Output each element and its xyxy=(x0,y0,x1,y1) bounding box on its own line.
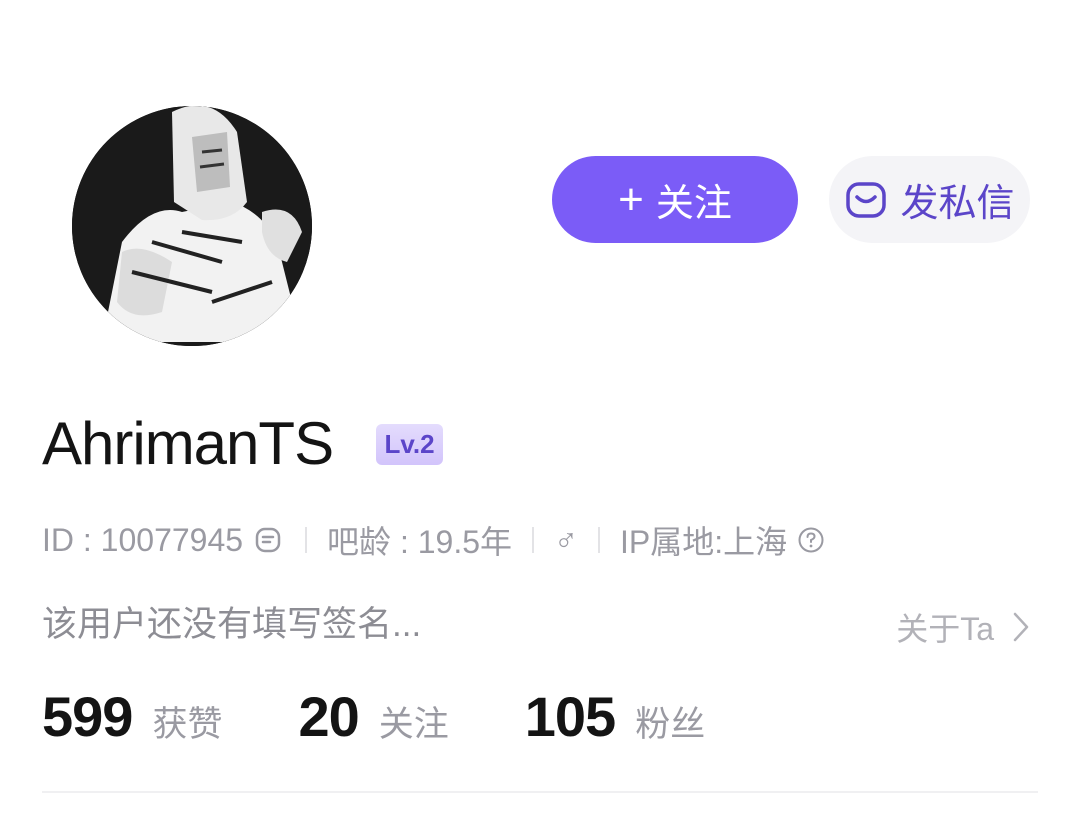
gender-icon: ♂ xyxy=(554,521,579,558)
stat-label: 获赞 xyxy=(152,705,223,744)
stat-value: 20 xyxy=(298,685,359,748)
copy-icon[interactable] xyxy=(253,524,285,556)
stat-likes[interactable]: 599 获赞 xyxy=(42,684,222,749)
help-icon[interactable] xyxy=(797,526,825,554)
separator xyxy=(598,527,601,553)
message-button-label: 发私信 xyxy=(900,183,1015,225)
level-badge: Lv.2 xyxy=(376,424,443,465)
stats-row: 599 获赞 20 关注 105 粉丝 xyxy=(42,684,705,754)
username: AhrimanTS xyxy=(42,410,334,477)
message-button[interactable]: 发私信 xyxy=(829,156,1030,243)
follow-button-label: 关注 xyxy=(655,183,732,225)
about-link[interactable]: 关于Ta xyxy=(896,604,1030,650)
signature: 该用户还没有填写签名... xyxy=(42,605,422,644)
avatar[interactable] xyxy=(62,92,322,354)
separator xyxy=(305,527,308,553)
chevron-right-icon xyxy=(1013,612,1029,642)
profile-meta-row: ID : 10077945 吧龄 : 19.5年 ♂ IP属地:上海 xyxy=(42,518,825,562)
stat-value: 105 xyxy=(524,685,616,748)
stat-value: 599 xyxy=(42,685,133,748)
avatar-image xyxy=(72,106,312,346)
stat-followers[interactable]: 105 粉丝 xyxy=(525,684,705,749)
divider xyxy=(42,791,1038,793)
account-age: 吧龄 : 19.5年 xyxy=(327,524,513,560)
plus-icon: + xyxy=(618,174,644,224)
stat-label: 粉丝 xyxy=(635,705,706,744)
stat-label: 关注 xyxy=(378,705,449,744)
ip-location: IP属地:上海 xyxy=(620,524,788,560)
user-id: ID : 10077945 xyxy=(42,521,244,558)
stat-following[interactable]: 20 关注 xyxy=(298,684,448,749)
separator xyxy=(532,527,535,553)
message-icon xyxy=(846,181,887,218)
about-link-label: 关于Ta xyxy=(896,611,994,647)
follow-button[interactable]: + 关注 xyxy=(552,156,798,243)
